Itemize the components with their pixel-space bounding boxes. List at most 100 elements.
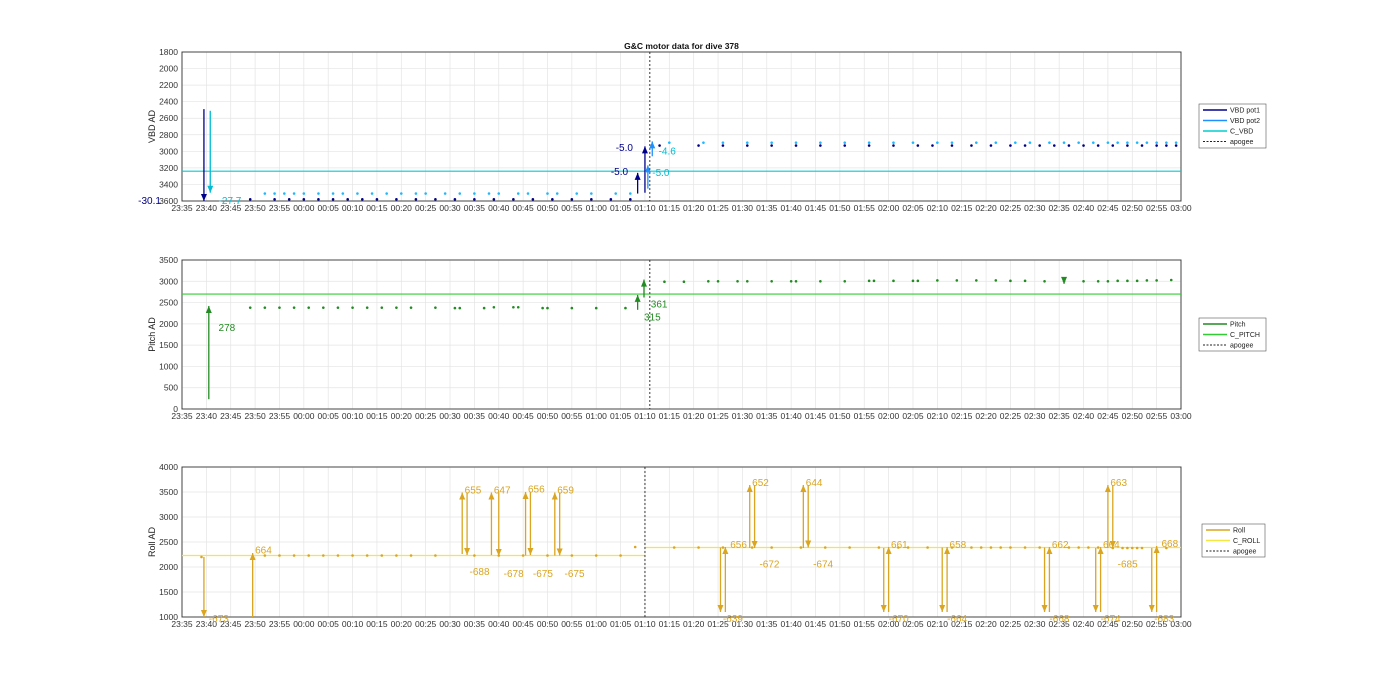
- x-tick-label: 01:05: [610, 203, 632, 213]
- legend-entry: C_PITCH: [1230, 332, 1260, 339]
- y-tick-label: 2000: [159, 64, 178, 74]
- move-label: -30.1: [138, 196, 161, 207]
- vbd-pot2-point: [1116, 141, 1119, 144]
- x-tick-label: 23:40: [196, 411, 218, 421]
- x-tick-label: 00:10: [342, 411, 364, 421]
- x-tick-label: 02:25: [1000, 203, 1022, 213]
- x-tick-label: 01:45: [805, 203, 827, 213]
- x-tick-label: 00:35: [464, 411, 486, 421]
- x-tick-label: 00:45: [512, 203, 534, 213]
- legend: VBD pot1 VBD pot2 C_VBDapogee: [1198, 103, 1267, 149]
- vbd-pot2-point: [575, 192, 579, 195]
- x-tick-label: 23:50: [244, 203, 266, 213]
- vbd-pot2-point: [526, 192, 530, 195]
- vbd-pot2-point: [1145, 141, 1149, 144]
- x-tick-label: 02:00: [878, 203, 900, 213]
- pitch-point: [745, 279, 749, 283]
- x-tick-label: 02:55: [1146, 203, 1168, 213]
- x-tick-label: 00:35: [464, 619, 486, 629]
- pitch-point: [975, 279, 978, 282]
- vbd-pot1-point: [361, 198, 364, 201]
- vbd-pot2-point: [414, 192, 418, 195]
- vbd-pot2-point: [770, 141, 773, 144]
- move-label: 662: [1052, 540, 1069, 551]
- x-tick-label: 00:15: [366, 619, 388, 629]
- roll-point: [594, 554, 598, 557]
- x-tick-label: 02:20: [975, 203, 997, 213]
- pitch-point: [322, 306, 325, 309]
- vbd-pot1-point: [287, 198, 291, 201]
- pitch-point: [1135, 279, 1139, 283]
- vbd-pot2-point: [443, 192, 447, 195]
- x-tick-label: 00:50: [537, 619, 559, 629]
- pitch-point: [458, 306, 462, 310]
- x-tick-label: 00:30: [439, 411, 461, 421]
- x-tick-label: 01:25: [707, 203, 729, 213]
- roll-point: [473, 554, 476, 557]
- vbd-pot1-point: [1126, 144, 1129, 147]
- vbd-pot1-point: [302, 198, 306, 201]
- move-label: 361: [651, 300, 668, 311]
- legend-entry: Roll: [1233, 528, 1246, 535]
- roll-point: [380, 554, 384, 557]
- roll-point: [1126, 546, 1129, 550]
- vbd-pot2-point: [794, 141, 798, 144]
- x-tick-label: 01:10: [634, 203, 656, 213]
- vbd-pot1-point: [1096, 144, 1100, 147]
- pitch-point: [512, 305, 515, 309]
- pitch-point: [1043, 279, 1046, 283]
- vbd-pot1-point: [1111, 144, 1115, 147]
- x-tick-label: 02:15: [951, 203, 973, 213]
- x-tick-label: 02:25: [1000, 411, 1022, 421]
- vbd-pot2-point: [1062, 141, 1066, 144]
- y-tick-label: 4000: [159, 462, 178, 472]
- x-tick-label: 00:55: [561, 203, 583, 213]
- roll-point: [546, 554, 549, 557]
- x-tick-label: 23:55: [269, 411, 291, 421]
- roll-point: [1135, 546, 1139, 550]
- move-label: -673: [209, 614, 229, 625]
- pitch-point: [248, 306, 252, 309]
- x-tick-label: 01:25: [707, 411, 729, 421]
- y-tick-label: 2000: [159, 319, 178, 329]
- roll-point: [1023, 546, 1027, 549]
- x-tick-label: 02:55: [1146, 411, 1168, 421]
- roll-point: [1130, 546, 1134, 550]
- vbd-pot1-point: [1067, 144, 1071, 147]
- x-tick-label: 01:05: [610, 411, 632, 421]
- y-tick-label: 2500: [159, 298, 178, 308]
- roll-point: [770, 546, 773, 549]
- x-tick-label: 01:50: [829, 203, 851, 213]
- roll-point: [1140, 546, 1144, 550]
- pitch-point: [819, 279, 822, 283]
- vbd-pot1-point: [843, 144, 847, 147]
- pitch-point: [380, 306, 384, 309]
- x-tick-label: 02:10: [927, 619, 949, 629]
- vbd-pot1-point: [434, 198, 437, 201]
- pitch-point: [1155, 279, 1158, 282]
- x-tick-label: 02:40: [1073, 411, 1095, 421]
- legend-entry: C_VBD: [1230, 129, 1253, 136]
- vbd-pot1-point: [395, 198, 398, 201]
- move-label: -664: [947, 614, 967, 625]
- pitch-point: [872, 279, 876, 283]
- move-label: -5.0: [652, 168, 670, 179]
- x-tick-label: 00:30: [439, 619, 461, 629]
- chart-panel-3: 100015002000250030003500400023:35 23:40 23…: [147, 462, 1266, 629]
- legend: Roll C_ROLLapogee: [1201, 523, 1266, 558]
- y-tick-label: 1500: [159, 340, 178, 350]
- vbd-pot2-point: [1091, 141, 1095, 144]
- pitch-point: [395, 306, 398, 309]
- vbd-pot2-point: [385, 192, 388, 195]
- move-label: -675: [533, 569, 553, 580]
- vbd-pot1-point: [1165, 144, 1168, 147]
- pitch-point: [867, 279, 871, 283]
- move-label: -685: [1118, 560, 1138, 571]
- x-tick-label: 01:40: [781, 203, 803, 213]
- vbd-pot2-point: [614, 192, 618, 195]
- vbd-pot2-point: [283, 192, 286, 195]
- x-tick-label: 02:20: [975, 619, 997, 629]
- x-tick-label: 01:45: [805, 411, 827, 421]
- roll-point: [521, 554, 525, 557]
- pitch-point: [936, 279, 939, 282]
